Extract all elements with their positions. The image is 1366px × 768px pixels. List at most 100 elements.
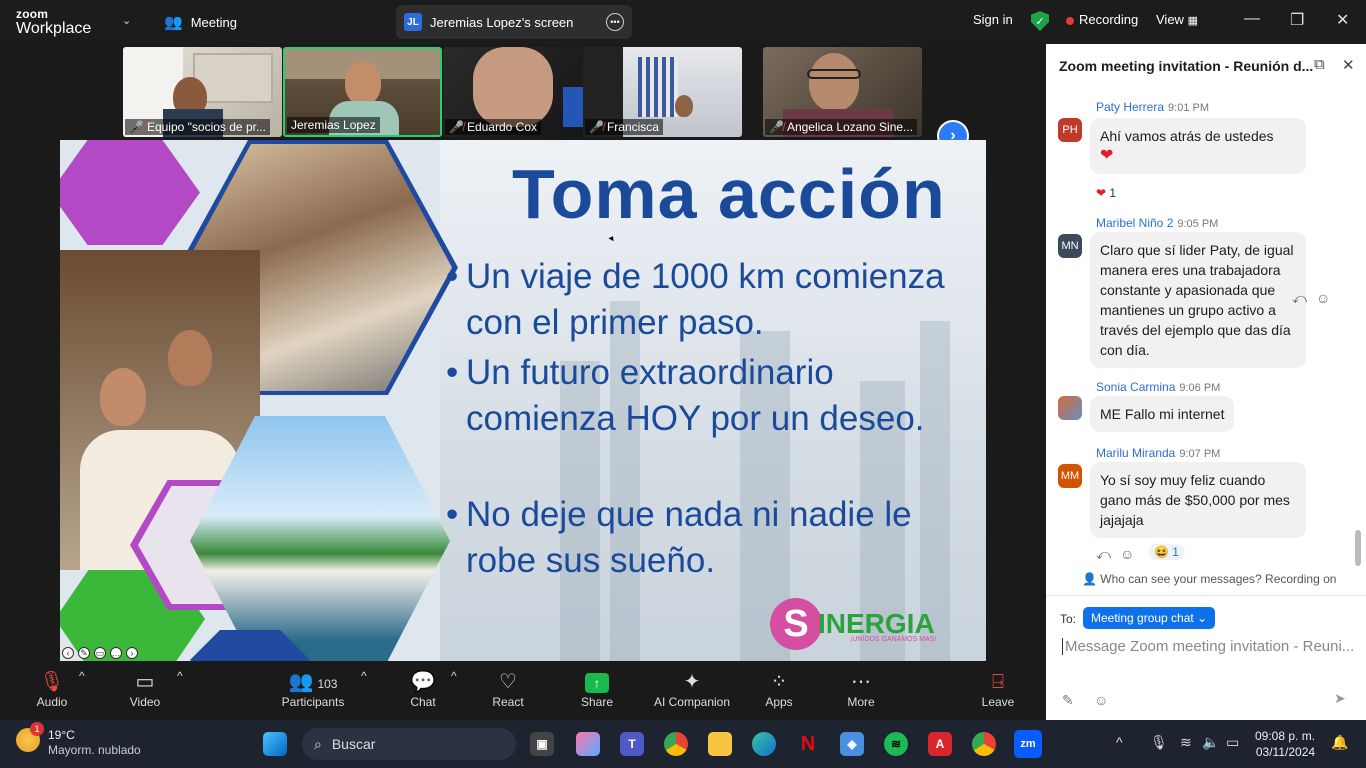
reaction-badge[interactable]: 😆 1: [1148, 544, 1185, 560]
taskbar-search[interactable]: ⌕ Buscar: [302, 728, 516, 760]
more-options-icon[interactable]: •••: [606, 13, 624, 31]
message-bubble: Ahí vamos atrás de ustedes ❤: [1090, 118, 1306, 174]
video-button[interactable]: ▭ Video: [128, 669, 162, 709]
chat-options-chevron-icon[interactable]: ^: [451, 669, 457, 683]
windows-start-icon[interactable]: [263, 732, 287, 756]
chat-button[interactable]: 💬 Chat: [406, 669, 440, 709]
recording-label: Recording: [1079, 12, 1139, 27]
message-bubble: Yo sí soy muy feliz cuando gano más de $…: [1090, 462, 1306, 538]
participant-tile-active[interactable]: Jeremias Lopez: [283, 47, 442, 137]
more-button[interactable]: ⋯ More: [843, 669, 879, 709]
weather-icon: 1: [16, 722, 44, 752]
prev-slide-icon[interactable]: ‹: [62, 647, 74, 659]
leave-button[interactable]: ⍈ Leave: [981, 669, 1015, 709]
slide-bullet: • Un viaje de 1000 km comienza con el prim…: [446, 257, 945, 342]
captions-icon[interactable]: ▭: [94, 647, 106, 659]
ai-label: AI Companion: [653, 695, 731, 709]
notifications-bell-icon[interactable]: 🔔: [1331, 734, 1348, 751]
screen-title: Jeremias Lopez's screen: [430, 14, 574, 30]
participants-button[interactable]: 👥 103 Participants: [280, 669, 346, 709]
reply-icon[interactable]: ⤺: [1292, 290, 1307, 307]
microphone-icon[interactable]: 🎙: [1150, 734, 1168, 751]
spotify-icon[interactable]: ≋: [884, 732, 908, 756]
chat-scrollbar[interactable]: [1355, 530, 1361, 566]
volume-icon[interactable]: 🔈: [1202, 734, 1219, 751]
ai-companion-button[interactable]: ✦ AI Companion: [652, 669, 732, 709]
person-icon: 👤: [1082, 572, 1097, 586]
next-slide-icon[interactable]: ›: [126, 647, 138, 659]
file-explorer-icon[interactable]: [708, 732, 732, 756]
battery-icon[interactable]: ▭: [1226, 734, 1239, 751]
meeting-info-button[interactable]: 👥 Meeting: [164, 13, 237, 31]
recipient-dropdown[interactable]: Meeting group chat ⌄: [1083, 607, 1216, 629]
chat-input[interactable]: Message Zoom meeting invitation - Reuni.…: [1062, 638, 1354, 655]
apps-button[interactable]: ⁘ Apps: [762, 669, 796, 709]
system-clock[interactable]: 09:08 p. m. 03/11/2024: [1255, 728, 1315, 760]
weather-widget[interactable]: 1 19°C Mayorm. nublado: [16, 722, 141, 758]
participant-name: 🎤̸ Eduardo Cox: [445, 119, 541, 135]
recording-indicator[interactable]: Recording: [1066, 12, 1138, 27]
reply-icon[interactable]: ⤺: [1096, 546, 1111, 563]
mic-muted-icon: 🎙: [39, 671, 65, 693]
tray-overflow-icon[interactable]: ^: [1116, 734, 1123, 750]
meeting-label: Meeting: [190, 14, 237, 30]
message-sender: Paty Herrera 9:01 PM: [1096, 100, 1209, 114]
participant-tile[interactable]: 🎤̸ Equipo "socios de pr...: [123, 47, 282, 137]
teams-icon[interactable]: T: [620, 732, 644, 756]
logo-line1: zoom: [16, 7, 49, 21]
shared-screen-pill[interactable]: JL Jeremias Lopez's screen •••: [396, 5, 632, 39]
participant-tile[interactable]: 🎤̸ Eduardo Cox: [443, 47, 602, 137]
chrome-icon[interactable]: [664, 732, 688, 756]
avatar: MN: [1058, 234, 1082, 258]
add-reaction-icon[interactable]: ☺: [1120, 546, 1134, 562]
message-sender: Sonia Carmina 9:06 PM: [1096, 380, 1221, 394]
edge-icon[interactable]: [752, 732, 776, 756]
more-label: More: [847, 695, 875, 709]
participants-options-chevron-icon[interactable]: ^: [361, 669, 367, 683]
netflix-icon[interactable]: N: [796, 732, 820, 756]
app-cube-icon[interactable]: ◈: [840, 732, 864, 756]
participant-name: 🎤̸ Equipo "socios de pr...: [125, 119, 270, 135]
sparkle-icon: ✦: [683, 671, 701, 693]
chevron-down-icon[interactable]: ⌄: [122, 14, 131, 27]
format-icon[interactable]: ✎: [1062, 692, 1074, 709]
avatar: MM: [1058, 464, 1082, 488]
logo-tagline: ¡UNIDOS GANAMOS MAS!: [850, 636, 937, 643]
share-button[interactable]: ↑ Share: [578, 669, 616, 709]
view-button[interactable]: View ▦: [1156, 12, 1198, 27]
zoom-taskbar-icon[interactable]: zm: [1014, 730, 1042, 758]
more-icon[interactable]: …: [110, 647, 122, 659]
video-options-chevron-icon[interactable]: ^: [177, 669, 183, 683]
pen-icon[interactable]: ✎: [78, 647, 90, 659]
add-reaction-icon[interactable]: ☺: [1316, 290, 1330, 306]
apps-icon: ⁘: [770, 671, 788, 693]
audio-options-chevron-icon[interactable]: ^: [79, 669, 85, 683]
audio-button[interactable]: 🎙 Audio: [36, 669, 68, 709]
participants-label: Participants: [281, 695, 345, 709]
send-icon[interactable]: ➤: [1334, 690, 1346, 707]
participant-tile[interactable]: 🎤̸ Angelica Lozano Sine...: [763, 47, 922, 137]
pop-out-icon[interactable]: ⧉: [1314, 56, 1325, 73]
privacy-note[interactable]: 👤 Who can see your messages? Recording o…: [1082, 572, 1336, 586]
task-view-icon[interactable]: ▣: [530, 732, 554, 756]
sign-in-button[interactable]: Sign in: [973, 12, 1013, 27]
restore-icon[interactable]: ❐: [1290, 10, 1304, 30]
participant-tile[interactable]: 🎤̸ Francisca: [583, 47, 742, 137]
title-bar: zoom Workplace ⌄ 👥 Meeting JL Jeremias L…: [0, 0, 1366, 44]
emoji-icon[interactable]: ☺: [1094, 692, 1108, 708]
minimize-icon[interactable]: —: [1244, 10, 1260, 28]
video-camera-icon: ▭: [135, 671, 155, 693]
react-button[interactable]: ♡ React: [490, 669, 526, 709]
reaction-badge[interactable]: ❤ 1: [1096, 186, 1116, 200]
chrome-profile-icon[interactable]: [972, 732, 996, 756]
react-label: React: [492, 695, 524, 709]
copilot-icon[interactable]: [576, 732, 600, 756]
participant-name: Jeremias Lopez: [287, 117, 380, 133]
grid-icon: ▦: [1187, 15, 1198, 27]
close-icon[interactable]: ✕: [1336, 10, 1349, 30]
close-panel-icon[interactable]: ✕: [1342, 56, 1355, 74]
sharer-avatar: JL: [404, 13, 422, 31]
security-shield-icon[interactable]: ✓: [1031, 11, 1049, 31]
wifi-icon[interactable]: ≋: [1180, 734, 1192, 751]
acrobat-icon[interactable]: A: [928, 732, 952, 756]
